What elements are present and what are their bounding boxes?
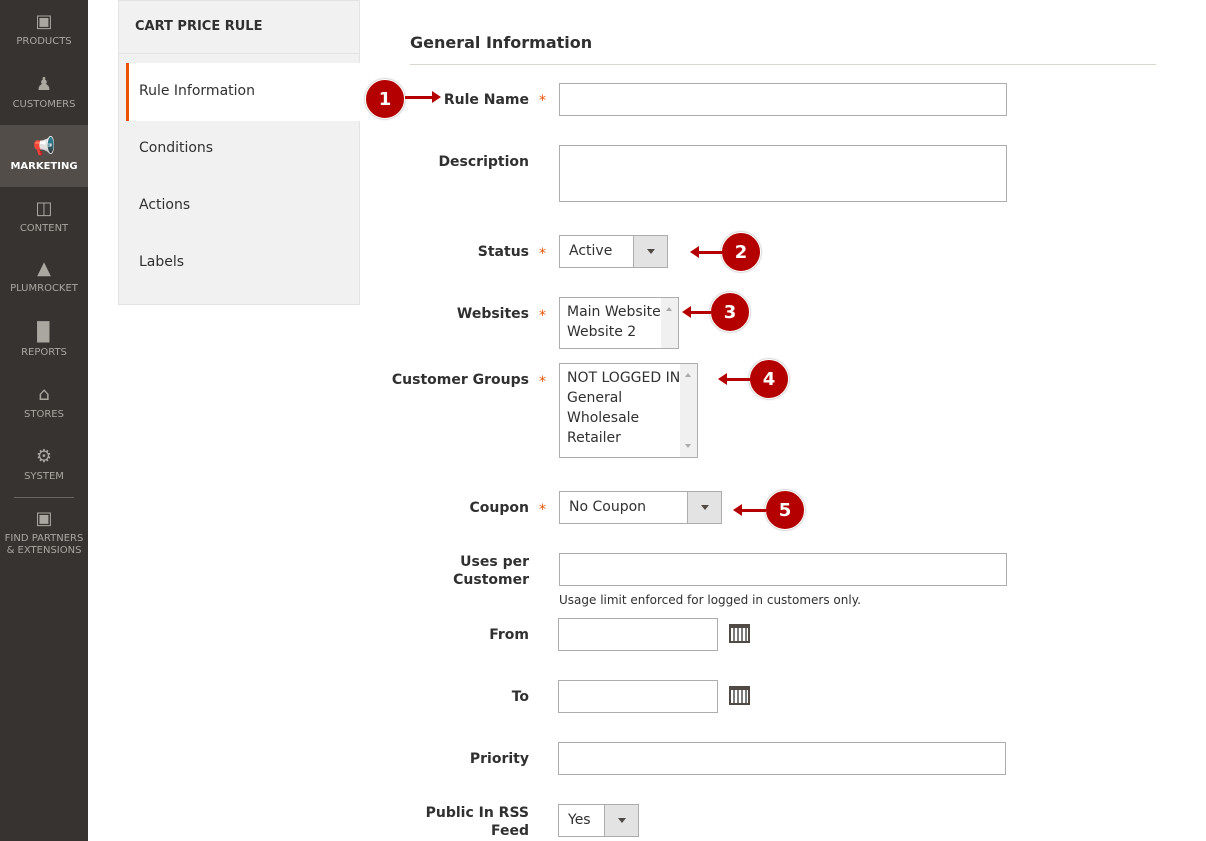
rule-name-input[interactable] bbox=[559, 83, 1007, 116]
status-value: Active bbox=[569, 243, 613, 259]
arrow-left-icon bbox=[682, 306, 711, 318]
status-label: Status bbox=[477, 244, 529, 260]
scrollbar[interactable] bbox=[680, 364, 697, 457]
to-date-input[interactable] bbox=[558, 680, 718, 713]
pyramid-icon: ▲ bbox=[37, 258, 51, 279]
required-mark: * bbox=[539, 374, 546, 390]
uses-per-customer-label: Uses per Customer bbox=[453, 554, 529, 588]
rule-name-label: Rule Name bbox=[443, 92, 529, 108]
nav-content[interactable]: ◫ CONTENT bbox=[0, 187, 88, 249]
required-mark: * bbox=[539, 502, 546, 518]
arrow-left-icon bbox=[690, 246, 722, 258]
from-label: From bbox=[489, 627, 529, 643]
calendar-icon[interactable] bbox=[729, 624, 750, 643]
chevron-down-icon bbox=[604, 805, 638, 836]
box-icon: ▣ bbox=[35, 11, 53, 32]
rss-select[interactable]: Yes bbox=[558, 804, 639, 837]
nav-reports[interactable]: ▉ REPORTS bbox=[0, 311, 88, 373]
annotation-badge-4: 4 bbox=[749, 359, 789, 399]
nav-plumrocket[interactable]: ▲ PLUMROCKET bbox=[0, 247, 88, 309]
group-option[interactable]: Wholesale bbox=[567, 408, 697, 428]
customer-groups-label: Customer Groups bbox=[391, 372, 529, 388]
nav-products[interactable]: ▣ PRODUCTS bbox=[0, 0, 88, 62]
chevron-down-icon bbox=[633, 236, 667, 267]
status-select[interactable]: Active bbox=[559, 235, 668, 268]
websites-label: Websites bbox=[456, 306, 529, 322]
group-option[interactable]: Retailer bbox=[567, 428, 697, 448]
arrow-right-icon bbox=[405, 91, 441, 103]
tab-rule-information[interactable]: Rule Information bbox=[126, 63, 360, 121]
annotation-badge-3: 3 bbox=[710, 292, 750, 332]
scrollbar[interactable] bbox=[661, 298, 678, 348]
nav-stores[interactable]: ⌂ STORES bbox=[0, 373, 88, 435]
tab-labels[interactable]: Labels bbox=[126, 234, 360, 292]
coupon-select[interactable]: No Coupon bbox=[559, 491, 722, 524]
calendar-icon[interactable] bbox=[729, 686, 750, 705]
layout-icon: ◫ bbox=[35, 198, 53, 219]
gear-icon: ⚙ bbox=[35, 446, 53, 467]
section-divider bbox=[410, 64, 1156, 65]
description-textarea[interactable] bbox=[559, 145, 1007, 202]
nav-system[interactable]: ⚙ SYSTEM bbox=[0, 435, 88, 497]
required-mark: * bbox=[539, 93, 546, 109]
coupon-label: Coupon bbox=[469, 500, 529, 516]
coupon-value: No Coupon bbox=[569, 499, 647, 515]
tab-conditions[interactable]: Conditions bbox=[126, 120, 360, 178]
section-title: General Information bbox=[410, 33, 593, 52]
uses-note: Usage limit enforced for logged in custo… bbox=[559, 593, 861, 607]
to-label: To bbox=[511, 689, 529, 705]
tab-actions[interactable]: Actions bbox=[126, 177, 360, 235]
nav-customers[interactable]: ♟ CUSTOMERS bbox=[0, 63, 88, 125]
required-mark: * bbox=[539, 308, 546, 324]
group-option[interactable]: General bbox=[567, 388, 697, 408]
nav-marketing[interactable]: 📢 MARKETING bbox=[0, 125, 88, 187]
uses-per-customer-input[interactable] bbox=[559, 553, 1007, 586]
priority-input[interactable] bbox=[558, 742, 1006, 775]
rss-label: Public In RSS Feed bbox=[425, 805, 529, 839]
admin-sidebar: ▣ PRODUCTS ♟ CUSTOMERS 📢 MARKETING ◫ CONTENT… bbox=[0, 0, 88, 841]
panel-title: CART PRICE RULE bbox=[119, 1, 359, 54]
nav-find-partners[interactable]: ▣ FIND PARTNERS & EXTENSIONS bbox=[0, 497, 88, 567]
arrow-left-icon bbox=[733, 504, 766, 516]
megaphone-icon: 📢 bbox=[33, 136, 56, 157]
priority-label: Priority bbox=[469, 751, 529, 767]
arrow-left-icon bbox=[718, 373, 750, 385]
description-label: Description bbox=[438, 154, 529, 170]
annotation-badge-2: 2 bbox=[721, 232, 761, 272]
annotation-badge-1: 1 bbox=[365, 79, 405, 119]
group-option[interactable]: NOT LOGGED IN bbox=[567, 368, 697, 388]
from-date-input[interactable] bbox=[558, 618, 718, 651]
person-icon: ♟ bbox=[35, 74, 53, 95]
lego-brick-icon: ▣ bbox=[35, 508, 53, 529]
storefront-icon: ⌂ bbox=[38, 384, 50, 405]
required-mark: * bbox=[539, 246, 546, 262]
customer-groups-multiselect[interactable]: NOT LOGGED IN General Wholesale Retailer bbox=[559, 363, 698, 458]
annotation-badge-5: 5 bbox=[765, 490, 805, 530]
chevron-down-icon bbox=[687, 492, 721, 523]
websites-multiselect[interactable]: Main Website Website 2 bbox=[559, 297, 679, 349]
bar-chart-icon: ▉ bbox=[37, 322, 51, 343]
rss-value: Yes bbox=[568, 812, 591, 828]
